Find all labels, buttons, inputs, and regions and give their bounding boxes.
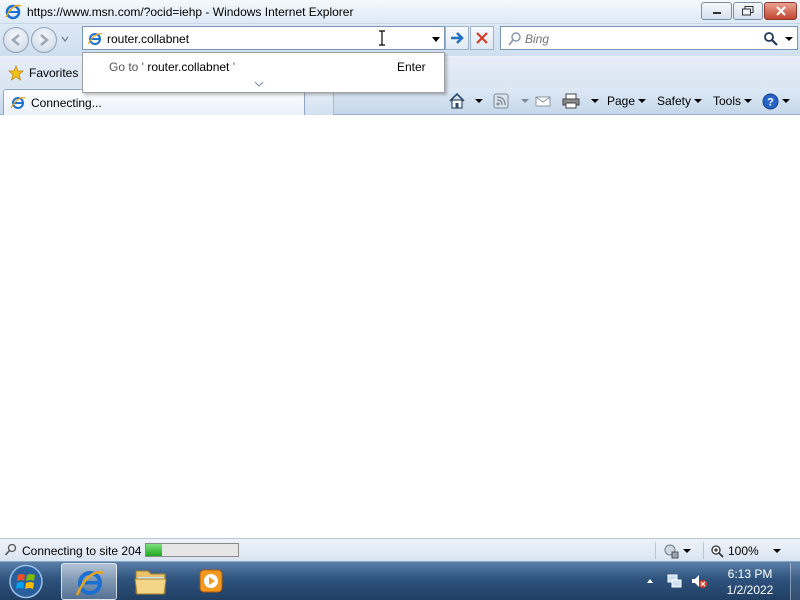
stop-icon bbox=[476, 32, 488, 44]
status-text: Connecting to site 204 bbox=[22, 544, 142, 558]
help-dropdown-icon[interactable] bbox=[782, 99, 790, 103]
minimize-icon bbox=[712, 12, 721, 14]
page-menu-label: Page bbox=[607, 94, 636, 108]
help-icon: ? bbox=[762, 93, 779, 109]
zone-dropdown-icon bbox=[683, 548, 691, 553]
feeds-button[interactable] bbox=[493, 91, 529, 111]
search-options-dropdown-icon[interactable] bbox=[784, 35, 794, 43]
address-input[interactable]: router.collabnet bbox=[107, 32, 189, 46]
internet-explorer-icon bbox=[10, 97, 26, 109]
safety-dropdown-icon bbox=[694, 99, 703, 103]
search-provider-icon bbox=[508, 32, 521, 46]
address-autocomplete-dropdown: Go to ' router.collabnet ' Enter bbox=[82, 52, 445, 93]
tools-dropdown-icon bbox=[744, 99, 753, 103]
security-zone-button[interactable] bbox=[663, 542, 697, 559]
internet-explorer-icon bbox=[75, 571, 105, 596]
home-button[interactable] bbox=[448, 91, 483, 111]
page-dropdown-icon bbox=[638, 99, 647, 103]
clock-date: 1/2/2022 bbox=[726, 583, 774, 597]
minimize-button[interactable] bbox=[701, 2, 732, 20]
back-button[interactable] bbox=[3, 27, 29, 53]
taskbar: 6:13 PM 1/2/2022 bbox=[0, 561, 800, 600]
zoom-dropdown-icon bbox=[772, 548, 781, 553]
feeds-dropdown-icon[interactable] bbox=[521, 99, 529, 103]
autocomplete-goto-item[interactable]: Go to ' router.collabnet ' bbox=[109, 60, 235, 74]
read-mail-button[interactable] bbox=[535, 91, 551, 111]
restore-button[interactable] bbox=[733, 2, 763, 20]
show-desktop-button[interactable] bbox=[790, 563, 800, 600]
start-button[interactable] bbox=[6, 563, 46, 600]
search-input[interactable] bbox=[525, 32, 755, 46]
expand-arrow-icon[interactable] bbox=[253, 80, 265, 88]
status-divider bbox=[703, 542, 704, 559]
page-icon bbox=[87, 33, 103, 45]
home-icon bbox=[449, 92, 465, 109]
taskbar-windows-explorer[interactable] bbox=[122, 563, 178, 600]
search-box[interactable] bbox=[500, 26, 798, 50]
page-menu-button[interactable]: Page bbox=[607, 91, 647, 111]
new-tab-button[interactable] bbox=[305, 92, 334, 115]
system-clock[interactable]: 6:13 PM 1/2/2022 bbox=[712, 566, 788, 598]
safety-menu-label: Safety bbox=[657, 94, 692, 108]
print-dropdown-icon[interactable] bbox=[591, 99, 599, 103]
show-hidden-icons-icon[interactable] bbox=[646, 578, 654, 584]
media-player-icon bbox=[199, 569, 223, 593]
title-bar: https://www.msn.com/?ocid=iehp - Windows… bbox=[0, 0, 800, 24]
status-bar: Connecting to site 204 100% bbox=[0, 538, 800, 561]
printer-icon bbox=[562, 93, 580, 109]
tab-label: Connecting... bbox=[31, 96, 102, 110]
taskbar-internet-explorer[interactable] bbox=[61, 563, 117, 600]
text-cursor-icon bbox=[379, 30, 385, 46]
close-button[interactable] bbox=[764, 2, 797, 20]
safety-menu-button[interactable]: Safety bbox=[657, 91, 703, 111]
favorites-label: Favorites bbox=[29, 66, 79, 80]
svg-text:?: ? bbox=[767, 96, 774, 108]
forward-arrow-icon bbox=[40, 34, 49, 46]
clock-time: 6:13 PM bbox=[727, 567, 773, 581]
close-icon bbox=[775, 6, 786, 16]
print-button[interactable] bbox=[562, 91, 599, 111]
read-mail-icon bbox=[535, 96, 551, 107]
star-icon bbox=[8, 65, 24, 81]
autocomplete-prefix: Go to ' bbox=[109, 60, 144, 74]
restore-icon bbox=[742, 6, 754, 16]
autocomplete-enter-hint: Enter bbox=[397, 60, 426, 74]
network-icon[interactable] bbox=[666, 572, 684, 590]
recent-pages-dropdown[interactable] bbox=[60, 34, 70, 44]
forward-button[interactable] bbox=[31, 27, 57, 53]
tools-menu-button[interactable]: Tools bbox=[713, 91, 753, 111]
autocomplete-term: router.collabnet bbox=[147, 60, 230, 74]
status-divider bbox=[655, 542, 656, 559]
progress-fill bbox=[146, 544, 162, 556]
tools-menu-label: Tools bbox=[713, 94, 742, 108]
help-button[interactable]: ? bbox=[762, 91, 790, 111]
search-status-icon bbox=[4, 543, 17, 556]
internet-explorer-icon bbox=[5, 4, 22, 20]
page-content-area[interactable] bbox=[0, 115, 800, 538]
globe-lock-icon bbox=[664, 544, 679, 558]
zoom-icon bbox=[711, 544, 724, 558]
loading-progress-bar bbox=[145, 543, 239, 557]
zoom-button[interactable]: 100% bbox=[710, 542, 781, 559]
go-arrow-icon bbox=[451, 32, 464, 44]
address-dropdown-icon[interactable] bbox=[430, 32, 442, 46]
taskbar-windows-media-player[interactable] bbox=[183, 563, 239, 600]
folder-icon bbox=[134, 570, 167, 595]
volume-muted-icon[interactable] bbox=[690, 572, 708, 590]
favorites-button[interactable]: Favorites bbox=[4, 62, 82, 84]
stop-button[interactable] bbox=[470, 26, 494, 50]
address-bar[interactable]: router.collabnet bbox=[82, 26, 445, 50]
go-button[interactable] bbox=[445, 26, 469, 50]
window-title: https://www.msn.com/?ocid=iehp - Windows… bbox=[27, 5, 354, 19]
rss-feed-icon bbox=[493, 93, 509, 109]
home-dropdown-icon[interactable] bbox=[475, 99, 483, 103]
magnifier-icon[interactable] bbox=[763, 31, 779, 47]
autocomplete-suffix: ' bbox=[232, 60, 236, 74]
zoom-level: 100% bbox=[728, 543, 759, 558]
back-arrow-icon bbox=[11, 34, 20, 46]
